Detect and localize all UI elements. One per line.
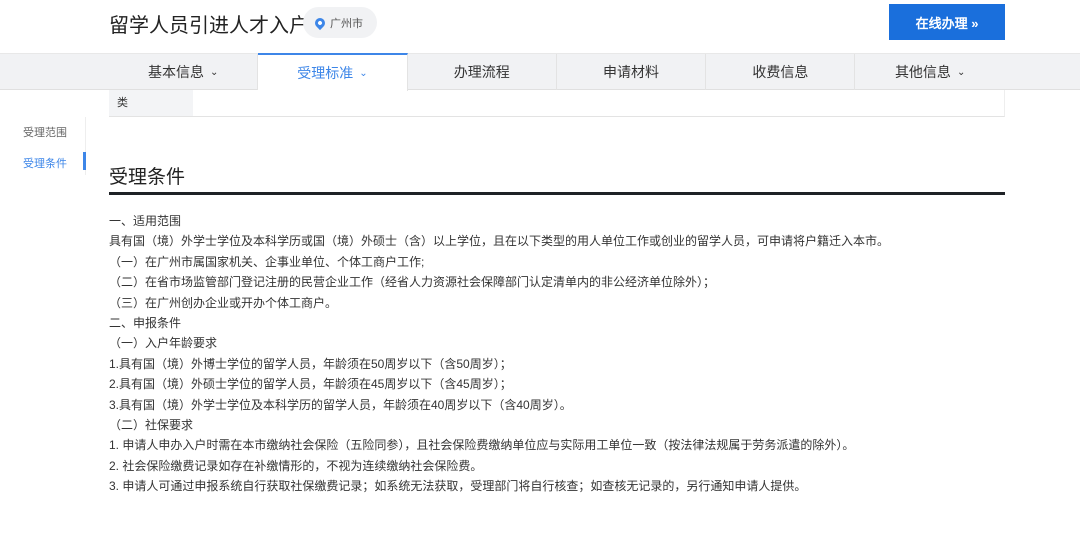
sidebar-item-conditions[interactable]: 受理条件 xyxy=(23,155,67,171)
tab-process[interactable]: 办理流程 xyxy=(408,54,557,90)
sidebar-item-scope[interactable]: 受理范围 xyxy=(23,124,67,140)
tab-label: 收费信息 xyxy=(752,64,809,80)
section-content: 一、适用范围 具有国（境）外学士学位及本科学历或国（境）外硕士（含）以上学位，且… xyxy=(109,211,889,497)
chevron-down-icon: ⌄ xyxy=(956,66,966,78)
content-line: 3. 申请人可通过申报系统自行获取社保缴费记录；如系统无法获取，受理部门将自行核… xyxy=(109,479,807,494)
content-line: 1.具有国（境）外博士学位的留学人员，年龄须在50周岁以下（含50周岁）； xyxy=(109,356,512,371)
tab-bar: 基本信息 ⌄ 受理标准 ⌄ 办理流程 申请材料 收费信息 其他信息 ⌄ xyxy=(0,53,1080,91)
content-line: 二、申报条件 xyxy=(109,316,182,331)
content-line: （三）在广州创办企业或开办个体工商户。 xyxy=(109,295,338,310)
table-row: 类 xyxy=(109,90,1005,117)
tab-label: 基本信息 xyxy=(147,64,204,80)
tab-fees[interactable]: 收费信息 xyxy=(706,54,856,90)
tab-label: 其他信息 xyxy=(894,64,951,80)
location-label: 广州市 xyxy=(330,17,363,30)
tab-label: 办理流程 xyxy=(453,64,510,80)
section-heading: 受理条件 xyxy=(109,167,186,188)
content-line: （二）在省市场监管部门登记注册的民营企业工作（经省人力资源社会保障部门认定清单内… xyxy=(109,275,716,290)
tab-acceptance-criteria[interactable]: 受理标准 ⌄ xyxy=(258,53,408,91)
content-line: （一）在广州市属国家机关、企事业单位、个体工商户工作; xyxy=(109,254,425,269)
content-line: （二）社保要求 xyxy=(109,418,194,433)
content-line: 3.具有国（境）外学士学位及本科学历的留学人员，年龄须在40周岁以下（含40周岁… xyxy=(109,397,572,412)
heading-underline xyxy=(109,192,1005,195)
content-line: 一、适用范围 xyxy=(109,214,182,228)
page-title: 留学人员引进人才入户 xyxy=(109,15,309,37)
location-pin-icon xyxy=(312,15,328,30)
tab-label: 申请材料 xyxy=(603,64,660,80)
content-line: （一）入户年龄要求 xyxy=(109,336,218,351)
location-badge[interactable]: 广州市 xyxy=(303,7,377,38)
online-apply-button[interactable]: 在线办理 » xyxy=(889,4,1005,40)
table-cell: 类 xyxy=(109,90,193,116)
tab-label: 受理标准 xyxy=(297,65,354,81)
tab-basic-info[interactable]: 基本信息 ⌄ xyxy=(109,54,259,90)
content-line: 具有国（境）外学士学位及本科学历或国（境）外硕士（含）以上学位，且在以下类型的用… xyxy=(109,234,890,249)
chevron-down-icon: ⌄ xyxy=(209,66,219,78)
content-line: 2.具有国（境）外硕士学位的留学人员，年龄须在45周岁以下（含45周岁）； xyxy=(109,377,512,392)
tab-materials[interactable]: 申请材料 xyxy=(557,54,707,90)
sidebar-active-indicator xyxy=(83,152,86,170)
chevron-down-icon: ⌄ xyxy=(359,67,368,79)
content-line: 2. 社会保险缴费记录如存在补缴情形的，不视为连续缴纳社会保险费。 xyxy=(109,458,483,473)
tab-other-info[interactable]: 其他信息 ⌄ xyxy=(855,54,1004,90)
content-line: 1. 申请人申办入户时需在本市缴纳社会保险（五险同参），且社会保险费缴纳单位应与… xyxy=(109,438,855,453)
